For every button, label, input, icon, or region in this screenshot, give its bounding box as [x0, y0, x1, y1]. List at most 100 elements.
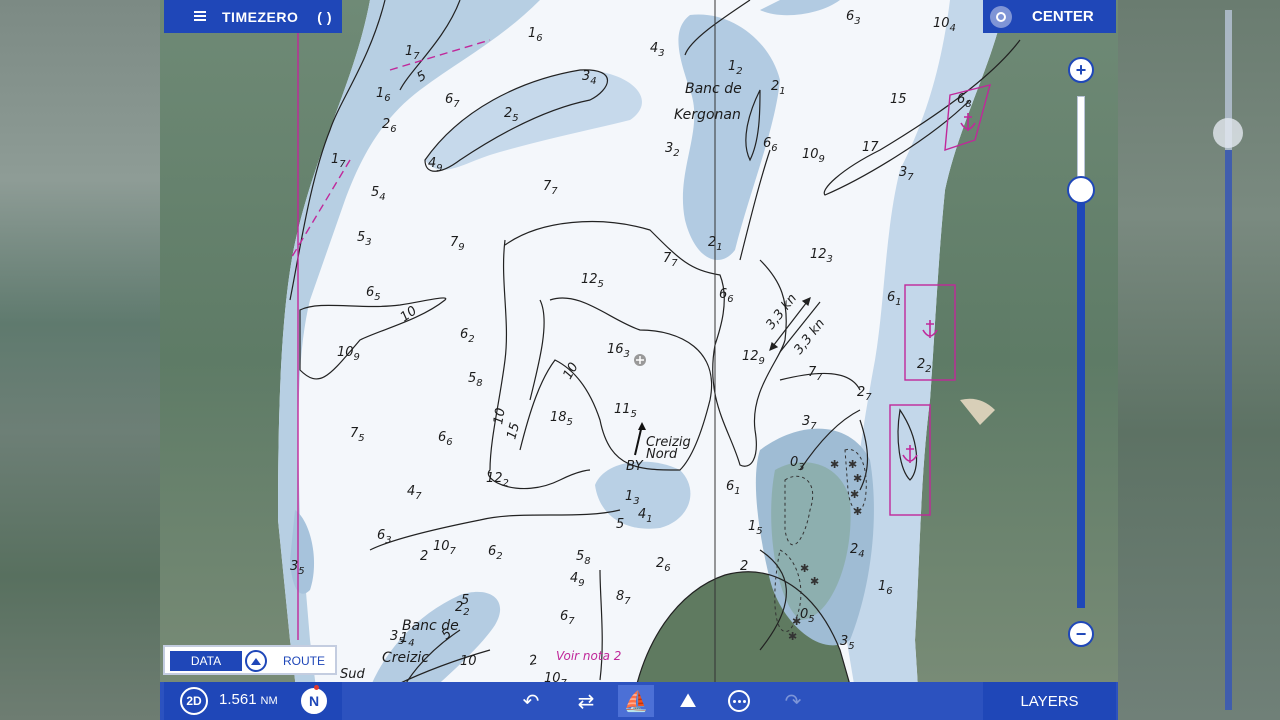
more-dots-icon[interactable] [721, 685, 757, 717]
depth-sounding: 32 [665, 141, 680, 159]
data-route-toggle: DATA ROUTE [163, 645, 337, 675]
redo-icon[interactable]: ↷ [775, 685, 811, 717]
depth-sounding: 15 [890, 92, 907, 107]
svg-text:✱: ✱ [788, 631, 797, 643]
current-label-2: 3,3 kn [791, 316, 828, 357]
depth-sounding: 79 [450, 235, 465, 253]
blurred-background-right [1118, 0, 1280, 720]
depth-sounding: 63 [846, 9, 861, 27]
depth-sounding: 67 [560, 609, 575, 627]
background-zoom-slider [1213, 10, 1243, 710]
depth-sounding: 77 [663, 251, 678, 269]
depth-sounding: 37 [802, 414, 817, 432]
undo-icon[interactable]: ↶ [513, 685, 549, 717]
depth-sounding: 58 [468, 371, 483, 389]
center-label: CENTER [1032, 8, 1094, 25]
depth-sounding: 65 [366, 285, 381, 303]
app-title: TIMEZERO [222, 8, 299, 25]
timezero-menu-button[interactable]: TIMEZERO ( ) [164, 0, 342, 33]
contour-label: 5 [616, 517, 624, 532]
nav-status-bar: 2D 1.561 NM N [164, 682, 342, 720]
chart-edit-icon[interactable]: ⛰ [670, 685, 706, 717]
place-name-banc-creizic-1: Banc de [402, 618, 459, 634]
swap-arrows-icon[interactable]: ⇄ [568, 685, 604, 717]
contour-label: 2 [740, 559, 748, 574]
blurred-background-left [0, 0, 160, 720]
depth-sounding: 62 [488, 544, 503, 562]
depth-sounding: 66 [719, 287, 734, 305]
range-readout: 1.561 NM [219, 691, 278, 708]
depth-sounding: 77 [808, 365, 823, 383]
buoy-icon[interactable] [634, 422, 646, 456]
depth-sounding: 87 [616, 589, 631, 607]
depth-sounding: 77 [543, 179, 558, 197]
zoom-in-button[interactable]: + [1068, 57, 1094, 83]
depth-sounding: 27 [857, 385, 872, 403]
depth-sounding: 53 [357, 230, 372, 248]
svg-text:✱: ✱ [853, 473, 862, 485]
depth-sounding: 26 [382, 117, 397, 135]
depth-sounding: 122 [486, 471, 509, 489]
svg-text:✱: ✱ [810, 576, 819, 588]
depth-sounding: 63 [377, 528, 392, 546]
place-name-banc-kergonan-2: Kergonan [674, 107, 741, 123]
range-value: 1.561 [219, 691, 257, 708]
chevron-up-icon [251, 657, 261, 665]
svg-text:✱: ✱ [848, 459, 857, 471]
north-up-button[interactable]: N [299, 685, 329, 716]
contour-label: 2 [420, 549, 428, 564]
north-indicator-icon [314, 685, 319, 690]
zoom-slider-handle[interactable] [1067, 176, 1095, 204]
layers-button[interactable]: LAYERS [983, 682, 1116, 720]
depth-sounding: 66 [438, 430, 453, 448]
place-name-banc-kergonan-1: Banc de [685, 81, 742, 97]
center-button[interactable]: CENTER [983, 0, 1116, 33]
expand-panel-button[interactable] [245, 650, 267, 672]
depth-sounding: 49 [570, 571, 585, 589]
nautical-chart[interactable]: ✱ ✱✱ ✱✱✱ ✱✱✱ 3,3 kn 3,3 kn Creizig Nord B… [160, 0, 1118, 720]
contour-label: 15 [504, 421, 523, 441]
chart-note: Voir nota 2 [556, 649, 621, 663]
shallow-kergonan-top [760, 0, 840, 16]
current-label-1: 3,3 kn [763, 291, 800, 332]
depth-sounding: 129 [742, 349, 765, 367]
depth-sounding: 109 [337, 345, 360, 363]
depth-sounding: 67 [445, 92, 460, 110]
depth-sounding: 17 [862, 140, 879, 155]
depth-sounding: 54 [371, 185, 386, 203]
chart-app: ✱ ✱ ✱ ✱ ✱ ✱ ✱ ✱ ✱ 3,3 kn 3,3 kn Creizig Nord B… [160, 0, 1118, 720]
depth-sounding: 66 [763, 136, 778, 154]
north-label: N [308, 693, 320, 709]
svg-text:✱: ✱ [850, 489, 859, 501]
depth-sounding: 62 [460, 327, 475, 345]
svg-text:✱: ✱ [830, 459, 839, 471]
svg-text:✱: ✱ [800, 563, 809, 575]
contour-label: 10 [460, 654, 477, 669]
tab-data[interactable]: DATA [170, 651, 242, 671]
depth-sounding: 107 [433, 539, 457, 557]
buoy-name-2: Nord [646, 447, 678, 462]
depth-sounding: 26 [656, 556, 671, 574]
depth-sounding: 16 [528, 26, 543, 44]
contour-label: 10 [398, 303, 420, 325]
target-icon [990, 5, 1012, 28]
depth-sounding: 47 [407, 484, 422, 502]
view-mode-button[interactable]: 2D [180, 687, 208, 715]
south-label: Sud [340, 667, 365, 682]
depth-sounding: 185 [550, 410, 573, 428]
place-name-banc-creizic-2: Creizic [382, 650, 429, 666]
position-marker-icon [634, 354, 646, 366]
contour-label: 10 [491, 407, 509, 426]
depth-sounding: 75 [350, 426, 365, 444]
tab-route[interactable]: ROUTE [275, 651, 333, 671]
sync-icon: ( ) [317, 9, 332, 25]
hamburger-icon [194, 11, 206, 21]
boat-wake-icon[interactable]: ⛵ [618, 685, 654, 717]
contour-label: 2 [528, 653, 539, 669]
zoom-track-filled[interactable] [1077, 190, 1085, 608]
zoom-out-button[interactable]: − [1068, 621, 1094, 647]
depth-sounding: 123 [810, 247, 833, 265]
svg-text:✱: ✱ [853, 506, 862, 518]
zoom-track[interactable] [1077, 96, 1085, 188]
depth-sounding: 61 [726, 479, 741, 497]
